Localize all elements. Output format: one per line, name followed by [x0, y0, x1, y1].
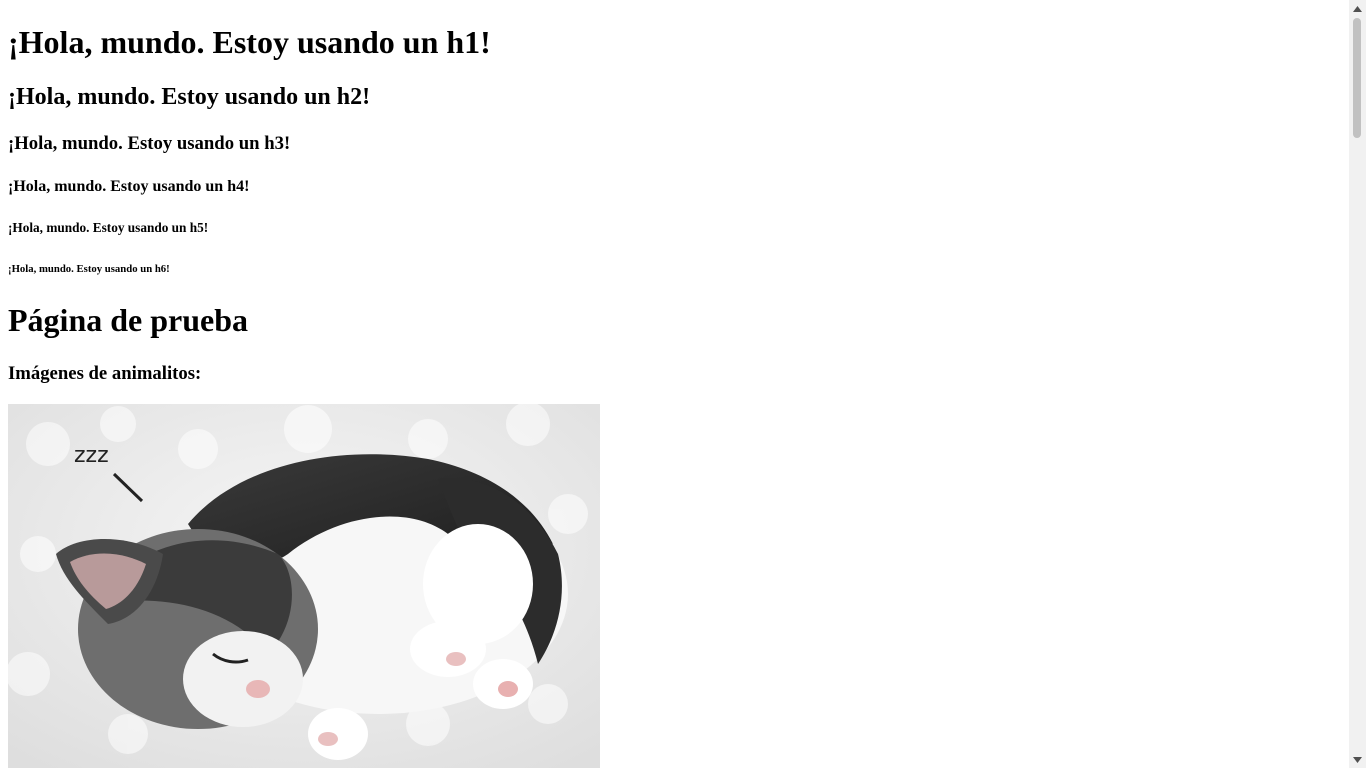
scroll-down-arrow-icon[interactable] — [1349, 751, 1366, 768]
kitten-image: zzz — [8, 404, 600, 768]
zzz-label: zzz — [74, 443, 109, 468]
heading-h2: ¡Hola, mundo. Estoy usando un h2! — [8, 84, 371, 110]
heading-h1: ¡Hola, mundo. Estoy usando un h1! — [8, 24, 491, 60]
page-title: Página de prueba — [8, 302, 249, 338]
section-title: Imágenes de animalitos: — [8, 363, 202, 384]
heading-h3: ¡Hola, mundo. Estoy usando un h3! — [8, 133, 291, 154]
heading-h5: ¡Hola, mundo. Estoy usando un h5! — [8, 220, 209, 235]
vertical-scrollbar[interactable] — [1349, 0, 1366, 768]
scroll-up-arrow-icon[interactable] — [1349, 0, 1366, 17]
heading-h4: ¡Hola, mundo. Estoy usando un h4! — [8, 178, 250, 195]
scrollbar-thumb[interactable] — [1353, 18, 1361, 138]
heading-h6: ¡Hola, mundo. Estoy usando un h6! — [8, 263, 170, 275]
